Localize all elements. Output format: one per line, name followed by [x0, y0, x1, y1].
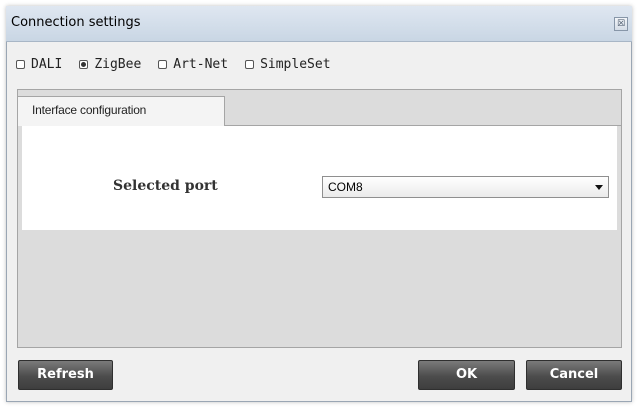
- protocol-option-simpleset[interactable]: SimpleSet: [245, 56, 331, 72]
- tab-label: Interface configuration: [32, 103, 147, 117]
- tab-interface-configuration[interactable]: Interface configuration: [17, 96, 225, 126]
- cancel-button[interactable]: Cancel: [526, 360, 622, 390]
- protocol-option-zigbee[interactable]: ZigBee: [79, 57, 141, 72]
- protocol-label-dali: DALI: [31, 56, 63, 72]
- title-bar: Connection settings ☒: [6, 6, 632, 42]
- radio-simpleset[interactable]: [245, 59, 255, 69]
- protocol-label-zigbee: ZigBee: [94, 56, 142, 72]
- chevron-down-icon[interactable]: [595, 185, 603, 190]
- radio-artnet[interactable]: [158, 59, 168, 69]
- protocol-option-dali[interactable]: DALI: [16, 57, 62, 72]
- port-dropdown-value: COM8: [328, 180, 363, 194]
- window-title: Connection settings: [11, 15, 141, 30]
- ok-button[interactable]: OK: [418, 360, 515, 390]
- tab-divider: [225, 125, 621, 126]
- protocol-label-artnet: Art-Net: [173, 56, 229, 72]
- protocol-selector: DALI ZigBee Art-Net SimpleSet: [16, 54, 348, 74]
- protocol-option-artnet[interactable]: Art-Net: [158, 57, 228, 72]
- close-icon[interactable]: ☒: [614, 17, 628, 31]
- radio-dali[interactable]: [16, 59, 25, 69]
- port-dropdown[interactable]: COM8: [322, 176, 609, 198]
- protocol-label-simpleset: SimpleSet: [260, 56, 331, 72]
- selected-port-label: Selected port: [113, 178, 218, 194]
- radio-zigbee[interactable]: [79, 59, 89, 69]
- refresh-button[interactable]: Refresh: [18, 360, 113, 390]
